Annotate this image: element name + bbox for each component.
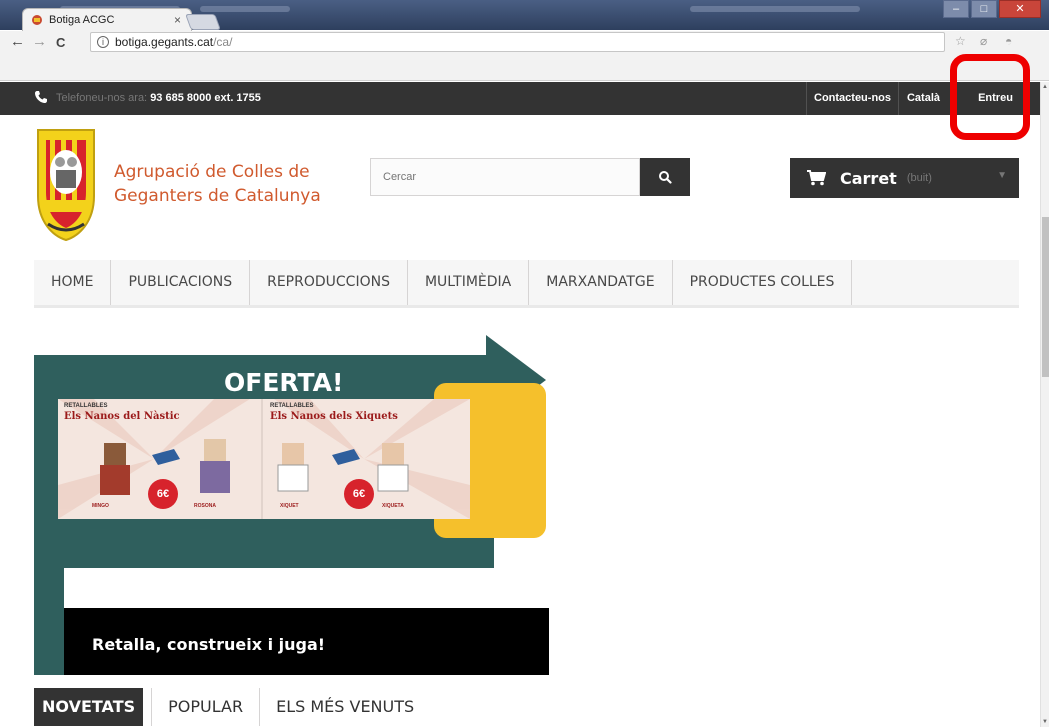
back-button[interactable]: ←: [10, 33, 25, 50]
figure-name: XIQUET: [280, 503, 299, 509]
phone-label: Telefoneu-nos ara:: [56, 92, 148, 104]
scroll-down-icon[interactable]: ▼: [1041, 719, 1049, 725]
product-title: Els Nanos dels Xiquets: [270, 411, 398, 422]
window-controls: – □ ✕: [943, 0, 1041, 18]
menu-item-marxandatge[interactable]: MARXANDATGE: [529, 260, 673, 305]
price-badge: 6€: [148, 479, 178, 509]
brand-name[interactable]: Agrupació de Colles de Geganters de Cata…: [114, 160, 321, 208]
figure-name: XIQUETA: [382, 503, 404, 509]
menu-item-reproduccions[interactable]: REPRODUCCIONS: [250, 260, 408, 305]
main-menu: HOME PUBLICACIONS REPRODUCCIONS MULTIMÈD…: [34, 260, 1019, 308]
menu-item-multimedia[interactable]: MULTIMÈDIA: [408, 260, 530, 305]
banner-caption: Retalla, construeix i juga!: [92, 635, 326, 654]
forward-button[interactable]: →: [32, 33, 47, 50]
search-button[interactable]: [640, 158, 690, 196]
extension-icon[interactable]: ⌀: [980, 34, 987, 48]
contact-link[interactable]: Contacteu-nos: [806, 82, 898, 115]
star-icon[interactable]: ☆: [955, 34, 966, 48]
titlebar-blur: [200, 6, 290, 12]
menu-item-publicacions[interactable]: PUBLICACIONS: [111, 260, 251, 305]
language-selector[interactable]: Català: [898, 82, 948, 115]
info-icon[interactable]: i: [97, 36, 109, 48]
cart-icon: [807, 170, 826, 186]
price-badge: 6€: [344, 479, 374, 509]
url-host: botiga.gegants.cat: [115, 35, 214, 49]
reload-button[interactable]: C: [56, 35, 65, 50]
tab-novetats[interactable]: NOVETATS: [34, 688, 144, 726]
scrollbar-thumb[interactable]: [1042, 217, 1049, 377]
cart-label: Carret: [840, 168, 897, 188]
url-path: /ca/: [213, 35, 233, 49]
phone-contact: Telefoneu-nos ara: 93 685 8000 ext. 1755: [56, 92, 261, 104]
cart-button[interactable]: Carret (buit) ▼: [790, 158, 1019, 198]
brand-line-2: Geganters de Catalunya: [114, 186, 321, 206]
brand-line-1: Agrupació de Colles de: [114, 162, 310, 182]
product-card-xiquets[interactable]: RETALLABLES Els Nanos dels Xiquets 6€ XI…: [264, 399, 468, 519]
scroll-up-icon[interactable]: ▲: [1041, 84, 1049, 90]
browser-toolbar: ← → C i botiga.gegants.cat/ca/ ☆ ⌀ ◓: [0, 31, 1049, 81]
acgc-logo[interactable]: [34, 126, 98, 242]
browser-tab[interactable]: Botiga ACGC ×: [22, 8, 192, 31]
search-input[interactable]: [370, 158, 640, 196]
search-icon: [659, 171, 672, 184]
page-scrollbar[interactable]: ▲ ▼: [1040, 82, 1049, 727]
cart-status: (buit): [906, 172, 932, 184]
menu-item-productes-colles[interactable]: PRODUCTES COLLES: [673, 260, 853, 305]
tab-title: Botiga ACGC: [49, 14, 115, 26]
titlebar-blur: [690, 6, 860, 12]
tab-close-icon[interactable]: ×: [174, 13, 181, 27]
maximize-button[interactable]: □: [971, 0, 997, 18]
product-tabs: NOVETATS POPULAR ELS MÉS VENUTS: [34, 688, 422, 726]
minimize-button[interactable]: –: [943, 0, 969, 18]
product-title: Els Nanos del Nàstic: [64, 411, 180, 422]
address-bar[interactable]: i botiga.gegants.cat/ca/: [90, 32, 945, 52]
tab-els-mes-venuts[interactable]: ELS MÉS VENUTS: [259, 688, 422, 726]
offer-banner[interactable]: OFERTA! RETALLABLES Els Nanos del Nàstic…: [34, 335, 549, 675]
close-window-button[interactable]: ✕: [999, 0, 1041, 18]
menu-item-home[interactable]: HOME: [34, 260, 112, 305]
figure-name: MINGO: [92, 503, 109, 509]
phone-icon: [35, 91, 47, 103]
search-form: [370, 158, 690, 196]
product-brand: RETALLABLES: [64, 403, 108, 409]
new-tab-button[interactable]: [185, 14, 221, 30]
site-topbar: Telefoneu-nos ara: 93 685 8000 ext. 1755…: [0, 82, 1040, 115]
figure-name: ROSONA: [194, 503, 216, 509]
favicon-icon: [32, 15, 42, 25]
phone-number: 93 685 8000 ext. 1755: [150, 92, 261, 104]
product-card-nastic[interactable]: RETALLABLES Els Nanos del Nàstic 6€ MING…: [58, 399, 262, 519]
banner-title: OFERTA!: [224, 368, 344, 397]
product-brand: RETALLABLES: [270, 403, 314, 409]
chevron-down-icon: ▼: [997, 170, 1007, 181]
extension-icon[interactable]: ◓: [1005, 34, 1012, 48]
tab-popular[interactable]: POPULAR: [151, 688, 251, 726]
login-link[interactable]: Entreu: [955, 82, 1035, 115]
